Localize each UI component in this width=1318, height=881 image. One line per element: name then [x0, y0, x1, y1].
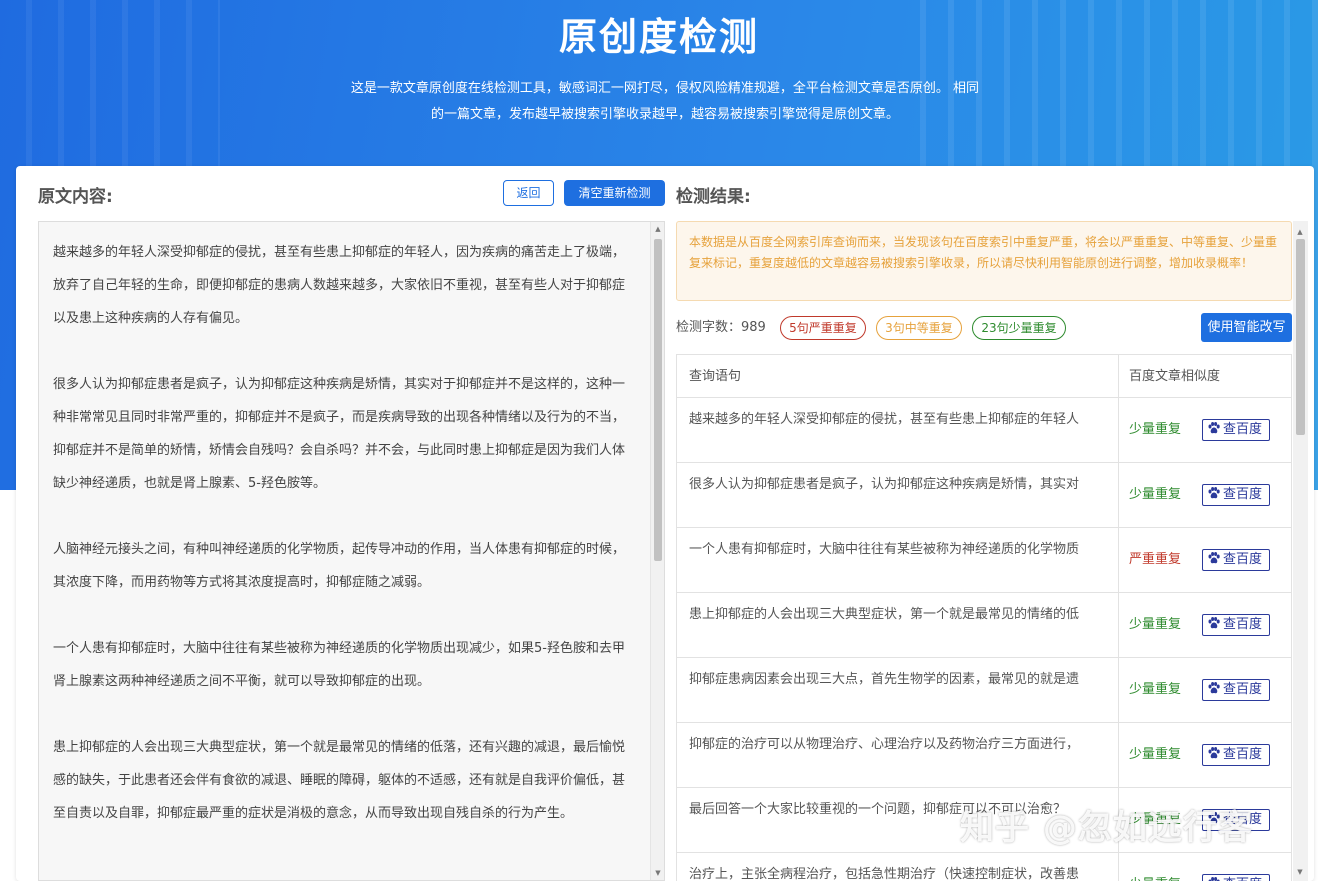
- baidu-paw-icon: [1208, 682, 1220, 694]
- page-description: 这是一款文章原创度在线检测工具，敏感词汇一网打尽，侵权风险精准规避，全平台检测文…: [340, 76, 990, 128]
- word-count: 检测字数：989: [676, 320, 766, 335]
- table-row: 治疗上，主张全病程治疗，包括急性期治疗（快速控制症状，改善患少量重复 查百度: [677, 853, 1291, 881]
- check-baidu-button[interactable]: 查百度: [1202, 419, 1270, 441]
- query-sentence: 抑郁症的治疗可以从物理治疗、心理治疗以及药物治疗三方面进行，: [689, 737, 1080, 752]
- table-row: 抑郁症患病因素会出现三大点，首先生物学的因素，最常见的就是遗少量重复 查百度: [677, 658, 1291, 723]
- smart-rewrite-button[interactable]: 使用智能改写: [1201, 313, 1292, 342]
- original-text-area[interactable]: 越来越多的年轻人深受抑郁症的侵扰，甚至有些患上抑郁症的年轻人，因为疾病的痛苦走上…: [38, 221, 665, 881]
- page-title: 原创度检测: [558, 15, 759, 59]
- medium-duplicate-badge: 3句中等重复: [876, 316, 962, 340]
- reset-recheck-button[interactable]: 清空重新检测: [564, 180, 665, 206]
- check-baidu-label: 查百度: [1223, 682, 1263, 697]
- check-baidu-label: 查百度: [1223, 422, 1263, 437]
- scroll-up-arrow-icon[interactable]: ▲: [651, 222, 664, 236]
- similarity-level: 少量重复: [1129, 875, 1181, 881]
- baidu-paw-icon: [1208, 487, 1220, 499]
- check-baidu-button[interactable]: 查百度: [1202, 614, 1270, 636]
- check-baidu-label: 查百度: [1223, 552, 1263, 567]
- baidu-paw-icon: [1208, 422, 1220, 434]
- similarity-level: 少量重复: [1129, 747, 1182, 762]
- similarity-level: 少量重复: [1129, 487, 1182, 502]
- query-sentence: 越来越多的年轻人深受抑郁症的侵扰，甚至有些患上抑郁症的年轻人: [689, 412, 1080, 427]
- column-header-similarity: 百度文章相似度: [1129, 369, 1221, 384]
- description-line-1: 这是一款文章原创度在线检测工具，敏感词汇一网打尽，侵权风险精准规避，全平台检测文…: [350, 81, 980, 96]
- table-header: 查询语句 百度文章相似度: [677, 355, 1291, 398]
- paragraph: 一个人患有抑郁症时，大脑中往往有某些被称为神经递质的化学物质出现减少，如果5-羟…: [53, 641, 625, 689]
- baidu-paw-icon: [1208, 747, 1220, 759]
- paragraph: 很多人认为抑郁症患者是疯子，认为抑郁症这种疾病是矫情，其实对于抑郁症并不是这样的…: [53, 377, 626, 491]
- column-header-sentence: 查询语句: [689, 369, 742, 384]
- check-baidu-button[interactable]: 查百度: [1202, 484, 1270, 506]
- check-baidu-label: 查百度: [1223, 877, 1262, 881]
- table-row: 很多人认为抑郁症患者是疯子，认为抑郁症这种疾病是矫情，其实对少量重复 查百度: [677, 463, 1291, 528]
- similarity-level: 严重重复: [1129, 552, 1182, 567]
- text-area-scrollbar[interactable]: ▲ ▼: [650, 222, 664, 880]
- baidu-paw-icon: [1208, 552, 1220, 564]
- scrollbar-thumb[interactable]: [1296, 239, 1305, 435]
- scroll-down-arrow-icon[interactable]: ▼: [651, 866, 664, 880]
- light-duplicate-badge: 23句少量重复: [972, 316, 1066, 340]
- paragraph: 患上抑郁症的人会出现三大典型症状，第一个就是最常见的情绪的低落，还有兴趣的减退，…: [53, 740, 626, 821]
- query-sentence: 患上抑郁症的人会出现三大典型症状，第一个就是最常见的情绪的低: [689, 607, 1080, 622]
- query-sentence: 抑郁症患病因素会出现三大点，首先生物学的因素，最常见的就是遗: [689, 672, 1080, 687]
- result-title: 检测结果:: [676, 187, 751, 207]
- watermark: 知乎 @忽如远行客: [960, 808, 1253, 848]
- results-scrollbar[interactable]: ▲ ▼: [1293, 221, 1308, 881]
- table-row: 患上抑郁症的人会出现三大典型症状，第一个就是最常见的情绪的低少量重复 查百度: [677, 593, 1291, 658]
- query-sentence: 很多人认为抑郁症患者是疯子，认为抑郁症这种疾病是矫情，其实对: [689, 477, 1080, 492]
- table-row: 越来越多的年轻人深受抑郁症的侵扰，甚至有些患上抑郁症的年轻人少量重复 查百度: [677, 398, 1291, 463]
- check-baidu-label: 查百度: [1223, 487, 1263, 502]
- scrollbar-thumb[interactable]: [654, 239, 662, 561]
- similarity-level: 少量重复: [1129, 422, 1182, 437]
- paragraph: 人脑神经元接头之间，有种叫神经递质的化学物质，起传导冲动的作用，当人体患有抑郁症…: [53, 542, 626, 590]
- similarity-level: 少量重复: [1129, 617, 1182, 632]
- original-text-title: 原文内容:: [38, 187, 113, 207]
- severe-duplicate-badge: 5句严重重复: [780, 316, 866, 340]
- original-text-content: 越来越多的年轻人深受抑郁症的侵扰，甚至有些患上抑郁症的年轻人，因为疾病的痛苦走上…: [53, 236, 633, 863]
- scroll-down-arrow-icon[interactable]: ▼: [1293, 865, 1307, 879]
- check-baidu-button[interactable]: 查百度: [1202, 549, 1270, 571]
- query-sentence: 治疗上，主张全病程治疗，包括急性期治疗（快速控制症状，改善患: [689, 867, 1080, 881]
- table-row: 一个人患有抑郁症时，大脑中往往有某些被称为神经递质的化学物质严重重复 查百度: [677, 528, 1291, 593]
- check-baidu-button[interactable]: 查百度: [1202, 874, 1270, 881]
- notice-box: 本数据是从百度全网索引库查询而来，当发现该句在百度索引中重复严重，将会以严重重复…: [676, 221, 1292, 301]
- check-baidu-button[interactable]: 查百度: [1202, 679, 1270, 701]
- back-button[interactable]: 返回: [503, 180, 554, 206]
- baidu-paw-icon: [1208, 617, 1220, 629]
- check-baidu-label: 查百度: [1223, 747, 1263, 762]
- description-line-2: 的一篇文章，发布越早被搜索引擎收录越早，越容易被搜索引擎觉得是原创文章。: [430, 107, 899, 122]
- similarity-level: 少量重复: [1129, 682, 1182, 697]
- table-row: 抑郁症的治疗可以从物理治疗、心理治疗以及药物治疗三方面进行， 少量重复 查百度: [677, 723, 1291, 788]
- scroll-up-arrow-icon[interactable]: ▲: [1293, 225, 1307, 239]
- paragraph: 越来越多的年轻人深受抑郁症的侵扰，甚至有些患上抑郁症的年轻人，因为疾病的痛苦走上…: [53, 245, 626, 326]
- baidu-paw-icon: [1208, 877, 1220, 881]
- query-sentence: 一个人患有抑郁症时，大脑中往往有某些被称为神经递质的化学物质: [689, 542, 1080, 557]
- check-baidu-button[interactable]: 查百度: [1202, 744, 1270, 766]
- check-baidu-label: 查百度: [1223, 617, 1263, 632]
